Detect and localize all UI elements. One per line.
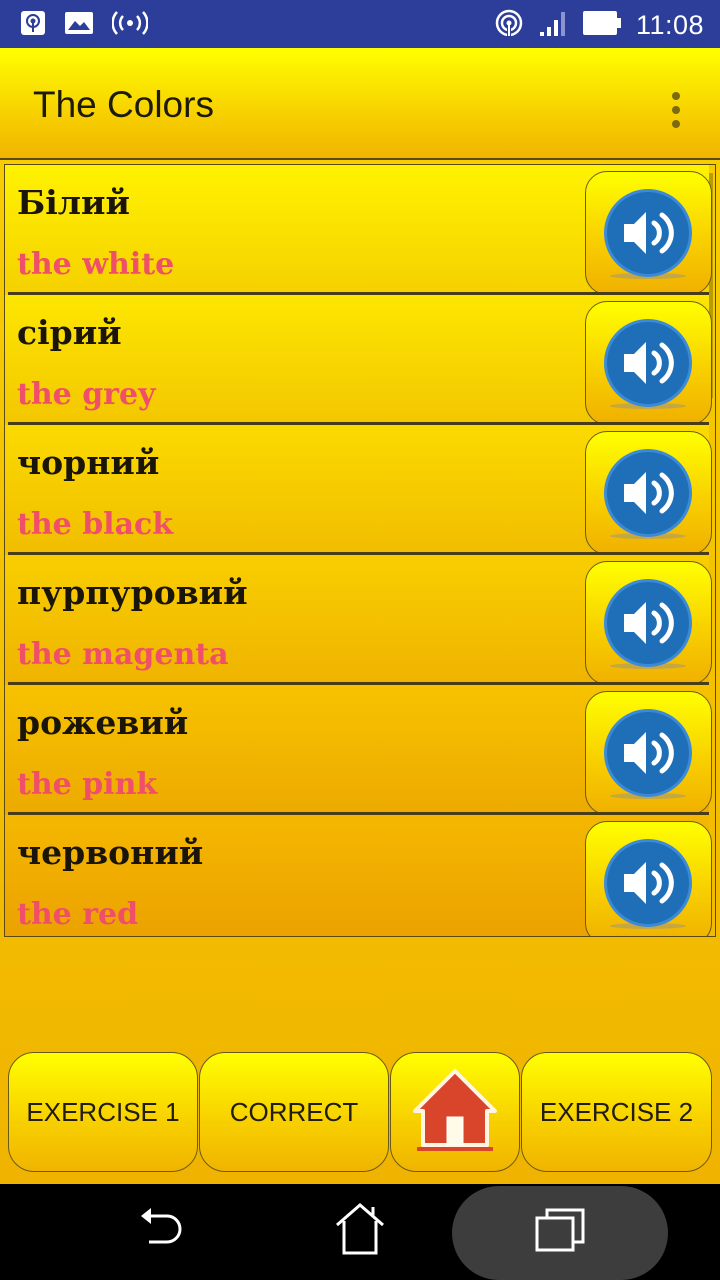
battery-icon [582,10,622,41]
overflow-menu-button[interactable] [664,92,688,128]
word-list-item[interactable]: пурпуровий the magenta [5,555,712,685]
signal-icon [538,8,568,43]
word-ukrainian: Білий [17,183,130,222]
play-audio-button[interactable] [585,301,712,425]
broadcast-icon [111,10,149,41]
clock: 11:08 [635,10,704,40]
app-screen: The Colors Білий the white сірий the gre… [0,48,720,1184]
word-list-item[interactable]: рожевий the pink [5,685,712,815]
play-audio-button[interactable] [585,171,712,295]
word-list-item[interactable]: сірий the grey [5,295,712,425]
correct-button[interactable]: CORRECT [199,1052,389,1172]
hotspot-icon [494,8,524,43]
word-english: the pink [17,767,158,802]
word-ukrainian: сірий [17,313,122,352]
page-title: The Colors [33,84,214,125]
play-audio-button[interactable] [585,431,712,555]
word-ukrainian: пурпуровий [17,573,248,612]
home-button[interactable] [390,1052,520,1172]
word-list-item[interactable]: чорний the black [5,425,712,555]
system-nav-bar [0,1184,720,1280]
overflow-menu-icon [672,92,680,100]
overflow-menu-dot [672,106,680,114]
play-audio-button[interactable] [585,561,712,685]
word-english: the magenta [17,637,229,672]
word-ukrainian: червоний [17,833,204,872]
image-icon [64,11,94,40]
hotspot-icon [20,10,46,41]
word-english: the red [17,897,139,932]
word-english: the grey [17,377,156,412]
play-audio-button[interactable] [585,691,712,815]
word-list-item[interactable]: червоний the red [5,815,712,936]
word-english: the white [17,247,175,282]
recents-icon [533,1206,587,1259]
overflow-menu-dot [672,120,680,128]
word-ukrainian: чорний [17,443,160,482]
word-list-item[interactable]: Білий the white [5,165,712,295]
exercise1-button[interactable]: EXERCISE 1 [8,1052,198,1172]
play-audio-button[interactable] [585,821,712,936]
word-list[interactable]: Білий the white сірий the grey чорний th… [4,164,716,937]
system-home-button[interactable] [310,1184,410,1280]
recents-button[interactable] [510,1184,610,1280]
home-icon [407,1061,503,1164]
back-button[interactable] [110,1184,210,1280]
status-bar: 11:08 [0,0,720,48]
word-ukrainian: рожевий [17,703,189,742]
back-icon [133,1206,187,1259]
exercise2-button[interactable]: EXERCISE 2 [521,1052,712,1172]
word-english: the black [17,507,174,542]
bottom-nav: EXERCISE 1 CORRECT EXERCISE 2 [0,1052,720,1182]
home-outline-icon [333,1202,387,1262]
app-bar: The Colors [0,48,720,160]
